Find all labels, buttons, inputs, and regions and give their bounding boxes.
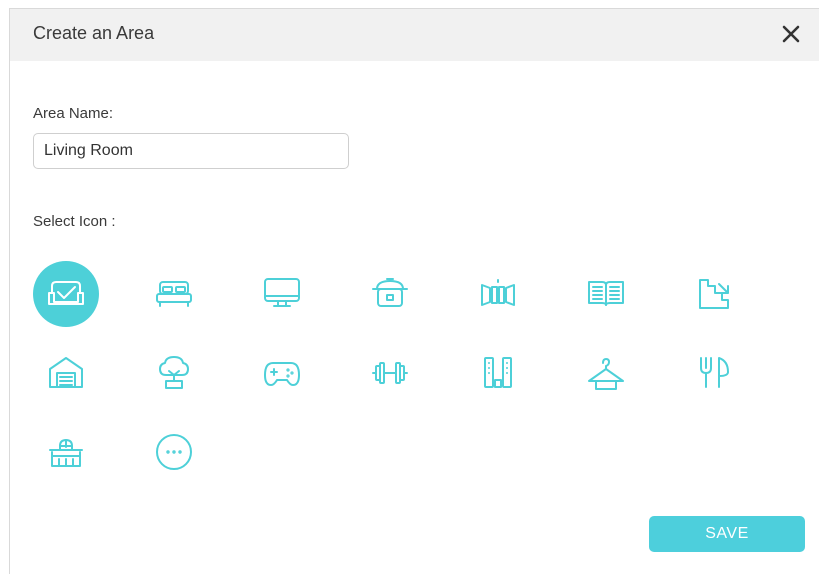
close-icon[interactable] <box>779 22 803 46</box>
select-icon-label: Select Icon : <box>33 213 116 230</box>
rice-cooker-icon[interactable] <box>357 261 423 327</box>
hanger-icon[interactable] <box>573 340 639 406</box>
stairs-icon[interactable] <box>681 261 747 327</box>
gamepad-icon[interactable] <box>249 340 315 406</box>
dialog-title: Create an Area <box>33 23 155 43</box>
tree-icon[interactable] <box>141 340 207 406</box>
dialog-header: Create an Area <box>10 9 819 61</box>
monitor-icon[interactable] <box>249 261 315 327</box>
area-name-input[interactable] <box>33 133 349 169</box>
area-name-label: Area Name: <box>33 105 114 122</box>
create-area-dialog: Create an Area Area Name: Select Icon : <box>9 8 819 574</box>
dumbbell-icon[interactable] <box>357 340 423 406</box>
dining-icon[interactable] <box>681 340 747 406</box>
bed-icon[interactable] <box>141 261 207 327</box>
save-button[interactable]: SAVE <box>649 516 805 552</box>
book-icon[interactable] <box>573 261 639 327</box>
garage-icon[interactable] <box>33 340 99 406</box>
door-sensor-icon[interactable] <box>465 261 531 327</box>
more-icon[interactable] <box>141 419 207 485</box>
sofa-icon[interactable] <box>33 261 99 327</box>
crib-icon[interactable] <box>33 419 99 485</box>
speakers-icon[interactable] <box>465 340 531 406</box>
